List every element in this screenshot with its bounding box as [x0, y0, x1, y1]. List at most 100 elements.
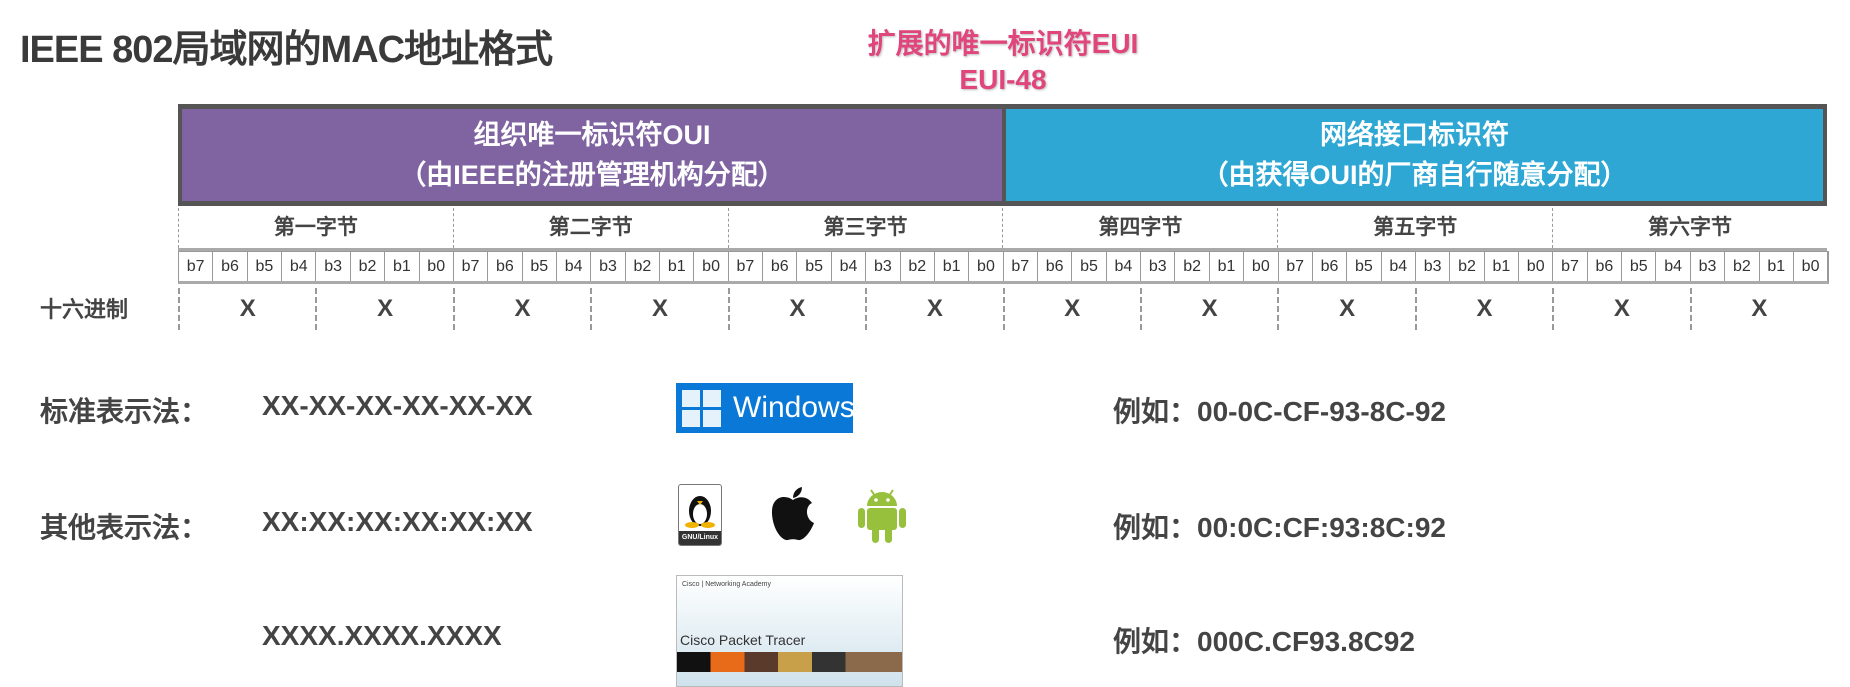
bit-cell: b3 [1691, 252, 1726, 281]
bit-cell: b5 [1072, 252, 1107, 281]
cisco-photo-strip [677, 652, 902, 672]
linux-logo: GNU/Linux [678, 484, 722, 546]
windows-text: Windows [733, 391, 855, 424]
hex-nibble: X [1002, 288, 1140, 330]
bit-cell: b3 [591, 252, 626, 281]
bit-cell: b1 [1210, 252, 1245, 281]
colon-format: XX:XX:XX:XX:XX:XX [262, 506, 533, 537]
bit-cell: b2 [1450, 252, 1485, 281]
bit-cell: b6 [213, 252, 248, 281]
bit-cell: b6 [488, 252, 523, 281]
hex-row: XXXXXXXXXXXX [178, 288, 1827, 330]
dot-format: XXXX.XXXX.XXXX [262, 620, 502, 651]
cisco-header: Cisco | Networking Academy [682, 581, 771, 588]
bit-cell: b5 [1622, 252, 1657, 281]
bit-cell: b5 [248, 252, 283, 281]
colon-example: 例如：00:0C:CF:93:8C:92 [1113, 512, 1446, 543]
bit-cell: b7 [179, 252, 214, 281]
bit-cell: b4 [1382, 252, 1416, 281]
hex-nibble: X [1139, 288, 1277, 330]
bit-cell: b5 [797, 252, 832, 281]
eui48-label: EUI-48 [959, 64, 1047, 95]
oui-title: 组织唯一标识符OUI [473, 120, 711, 150]
byte-row: 第一字节 第二字节 第三字节 第四字节 第五字节 第六字节 [178, 208, 1827, 251]
dot-example: 例如：000C.CF93.8C92 [1113, 626, 1415, 657]
bit-cell: b1 [1760, 252, 1794, 281]
hex-nibble: X [315, 288, 452, 330]
nic-section: 网络接口标识符 （由获得OUI的厂商自行随意分配） [1006, 109, 1823, 201]
bit-cell: b2 [901, 252, 935, 281]
bit-cell: b2 [1725, 252, 1760, 281]
hex-label: 十六进制 [40, 297, 129, 322]
linux-text: GNU/Linux [679, 531, 721, 545]
byte-label: 第六字节 [1552, 208, 1827, 248]
nic-subtitle: （由获得OUI的厂商自行随意分配） [1201, 160, 1628, 190]
bit-cell: b3 [316, 252, 351, 281]
other-label: 其他表示法： [40, 512, 209, 543]
byte-label: 第二字节 [452, 208, 728, 248]
bit-cell: b7 [1004, 252, 1038, 281]
byte-label: 第四字节 [1002, 208, 1277, 248]
byte-label: 第五字节 [1277, 208, 1552, 248]
bit-cell: b1 [660, 252, 695, 281]
bit-cell: b0 [1794, 252, 1829, 281]
hex-nibble: X [1689, 288, 1827, 330]
hex-nibble: X [452, 288, 590, 330]
byte-label: 第三字节 [727, 208, 1003, 248]
bit-cell: b0 [420, 252, 454, 281]
bit-cell: b1 [935, 252, 970, 281]
bit-cell: b7 [454, 252, 489, 281]
bit-cell: b6 [1038, 252, 1073, 281]
bit-row: b7 b6 b5 b4 b3 b2 b1 b0 b7 b6 b5 b4 b3 b2 b1 b0 b7 b6 b5 b4… [178, 251, 1829, 284]
windows-logo: Windows [676, 383, 855, 433]
bit-cell: b5 [1347, 252, 1382, 281]
bit-cell: b1 [1485, 252, 1520, 281]
tux-icon [685, 496, 715, 528]
bit-cell: b6 [763, 252, 798, 281]
bit-cell: b2 [1175, 252, 1210, 281]
bit-cell: b6 [1588, 252, 1623, 281]
hex-nibble: X [1552, 288, 1689, 330]
cisco-title: Cisco Packet Tracer [680, 632, 806, 648]
bit-cell: b3 [1416, 252, 1451, 281]
bit-cell: b0 [694, 252, 729, 281]
bit-cell: b7 [729, 252, 764, 281]
bit-cell: b0 [1519, 252, 1554, 281]
bit-cell: b4 [557, 252, 592, 281]
bit-cell: b3 [1141, 252, 1176, 281]
bit-cell: b0 [1244, 252, 1279, 281]
hex-nibble: X [1414, 288, 1552, 330]
bit-cell: b4 [282, 252, 317, 281]
cisco-packet-tracer-logo: Cisco | Networking Academy Cisco Packet … [676, 575, 903, 687]
bit-cell: b7 [1279, 252, 1313, 281]
hex-nibble: X [1277, 288, 1414, 330]
hex-nibble: X [178, 288, 315, 330]
bit-cell: b6 [1313, 252, 1348, 281]
bit-cell: b4 [1107, 252, 1142, 281]
eui-label: 扩展的唯一标识符EUI [867, 28, 1139, 59]
standard-example: 例如：00-0C-CF-93-8C-92 [1113, 396, 1446, 427]
bit-cell: b4 [1656, 252, 1691, 281]
android-icon [858, 489, 906, 543]
bit-cell: b4 [832, 252, 867, 281]
byte-label: 第一字节 [178, 208, 453, 248]
standard-format: XX-XX-XX-XX-XX-XX [262, 390, 533, 421]
hex-nibble: X [865, 288, 1002, 330]
mac-address-bar: 组织唯一标识符OUI （由IEEE的注册管理机构分配） 网络接口标识符 （由获得… [178, 104, 1827, 206]
oui-section: 组织唯一标识符OUI （由IEEE的注册管理机构分配） [182, 109, 1002, 201]
bit-cell: b2 [351, 252, 386, 281]
hex-nibble: X [727, 288, 865, 330]
hex-nibble: X [590, 288, 727, 330]
apple-icon [771, 487, 814, 541]
page-title: IEEE 802局域网的MAC地址格式 [20, 29, 553, 71]
bit-cell: b0 [969, 252, 1004, 281]
bit-cell: b1 [385, 252, 420, 281]
standard-label: 标准表示法： [40, 396, 209, 427]
bit-cell: b5 [523, 252, 557, 281]
oui-subtitle: （由IEEE的注册管理机构分配） [399, 160, 785, 190]
windows-icon [682, 389, 721, 427]
bit-cell: b3 [866, 252, 901, 281]
nic-title: 网络接口标识符 [1320, 120, 1509, 150]
bit-cell: b2 [626, 252, 661, 281]
bit-cell: b7 [1553, 252, 1588, 281]
